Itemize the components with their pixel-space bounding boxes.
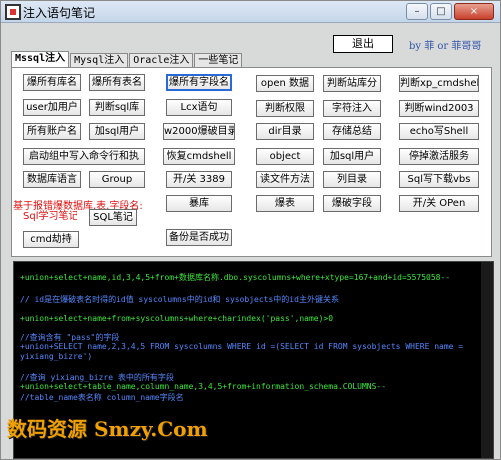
close-button[interactable]: × xyxy=(454,3,494,20)
button-echo-write-shell[interactable]: echo写Shell xyxy=(399,123,479,140)
button-list-dir[interactable]: 列目录 xyxy=(323,171,381,188)
button-dump-table[interactable]: 爆表 xyxy=(256,195,314,212)
button-lcx-statement[interactable]: Lcx语句 xyxy=(166,99,232,116)
watermark-text: 数码资源 Smzy.Com xyxy=(7,417,208,441)
button-read-file-method[interactable]: 读文件方法 xyxy=(256,171,314,188)
maximize-button[interactable]: □ xyxy=(430,3,452,20)
button-open-data[interactable]: open 数据 xyxy=(256,75,314,92)
button-user-add[interactable]: user加用户 xyxy=(23,99,81,116)
button-string-injection[interactable]: 字符注入 xyxy=(323,100,381,117)
button-cmd-hijack[interactable]: cmd劫持 xyxy=(23,231,79,248)
button-object[interactable]: object xyxy=(256,148,314,165)
button-all-field-names[interactable]: 爆所有字段名 xyxy=(166,74,232,91)
button-sql-notes[interactable]: SQL笔记 xyxy=(89,209,137,226)
console-line: +union+select+table_name,column_name,3,4… xyxy=(20,382,387,391)
button-judge-wind2003[interactable]: 判断wind2003 xyxy=(399,100,479,117)
button-restore-cmdshell[interactable]: 恢复cmdshell xyxy=(163,148,235,165)
button-w2000-brute-dir[interactable]: w2000爆破目录 xyxy=(163,123,235,140)
button-stored-summary[interactable]: 存储总结 xyxy=(323,123,381,140)
button-stop-activate-service[interactable]: 停掉激活服务 xyxy=(399,148,479,165)
tab-strip: Mssql注入 Mysql注入 Oracle注入 一些笔记 xyxy=(11,51,243,68)
title-bar[interactable]: 注入语句笔记 – □ × xyxy=(1,1,500,23)
button-db-language[interactable]: 数据库语言 xyxy=(23,171,81,188)
console-line: +union+select+name,id,3,4,5+from+数据库名称.d… xyxy=(20,273,451,282)
console-scrollbar[interactable] xyxy=(481,262,493,458)
button-judge-site-db[interactable]: 判断站库分 xyxy=(323,75,381,92)
tab-mysql[interactable]: Mysql注入 xyxy=(70,53,129,68)
app-icon xyxy=(5,4,21,20)
console-line: +union+select+name+from+syscolumns+where… xyxy=(20,314,334,323)
button-judge-sql-db[interactable]: 判断sql库 xyxy=(89,99,145,116)
window-title: 注入语句笔记 xyxy=(23,6,96,20)
button-group[interactable]: Group xyxy=(89,171,145,188)
button-backup-success[interactable]: 备份是否成功 xyxy=(166,229,232,246)
console-line: yixiang_bizre') xyxy=(20,352,93,361)
button-add-sql-user-2[interactable]: 加sql用户 xyxy=(323,148,381,165)
console-line: +union+SELECT name,2,3,4,5 FROM syscolum… xyxy=(20,342,464,351)
button-judge-permission[interactable]: 判断权限 xyxy=(256,100,314,117)
button-judge-xp-cmdshell[interactable]: 判断xp_cmdshell xyxy=(399,75,479,92)
minimize-button[interactable]: – xyxy=(406,3,428,20)
button-all-db-names[interactable]: 爆所有库名 xyxy=(23,74,81,91)
link-sql-study-notes[interactable]: Sql学习笔记 xyxy=(23,209,77,226)
button-dir-listing[interactable]: dir目录 xyxy=(256,123,314,140)
button-sql-write-vbs[interactable]: Sql写下载vbs xyxy=(399,171,479,188)
author-label: by 菲 or 菲哥哥 xyxy=(409,41,482,52)
button-startup-command[interactable]: 启动组中写入命令行和执 xyxy=(23,148,145,165)
exit-button[interactable]: 退出 xyxy=(333,35,393,53)
button-toggle-open[interactable]: 开/关 OPen xyxy=(399,195,479,212)
tab-mssql[interactable]: Mssql注入 xyxy=(11,51,70,68)
console-line: //table_name表名称 column_name字段名 xyxy=(20,393,184,402)
button-add-sql-user[interactable]: 加sql用户 xyxy=(89,123,145,140)
button-dump-db[interactable]: 暴库 xyxy=(166,195,232,212)
app-window: 注入语句笔记 – □ × 退出 by 菲 or 菲哥哥 Mssql注入 Mysq… xyxy=(0,0,501,460)
tab-notes[interactable]: 一些笔记 xyxy=(194,53,243,68)
button-brute-field[interactable]: 爆破字段 xyxy=(323,195,381,212)
console-line: // id是在爆破表名时得的id值 syscolumns中的id和 sysobj… xyxy=(20,295,339,304)
tab-oracle[interactable]: Oracle注入 xyxy=(129,53,194,68)
button-all-table-names[interactable]: 爆所有表名 xyxy=(89,74,145,91)
button-toggle-3389[interactable]: 开/关 3389 xyxy=(166,171,232,188)
button-all-accounts[interactable]: 所有账户名 xyxy=(23,123,81,140)
